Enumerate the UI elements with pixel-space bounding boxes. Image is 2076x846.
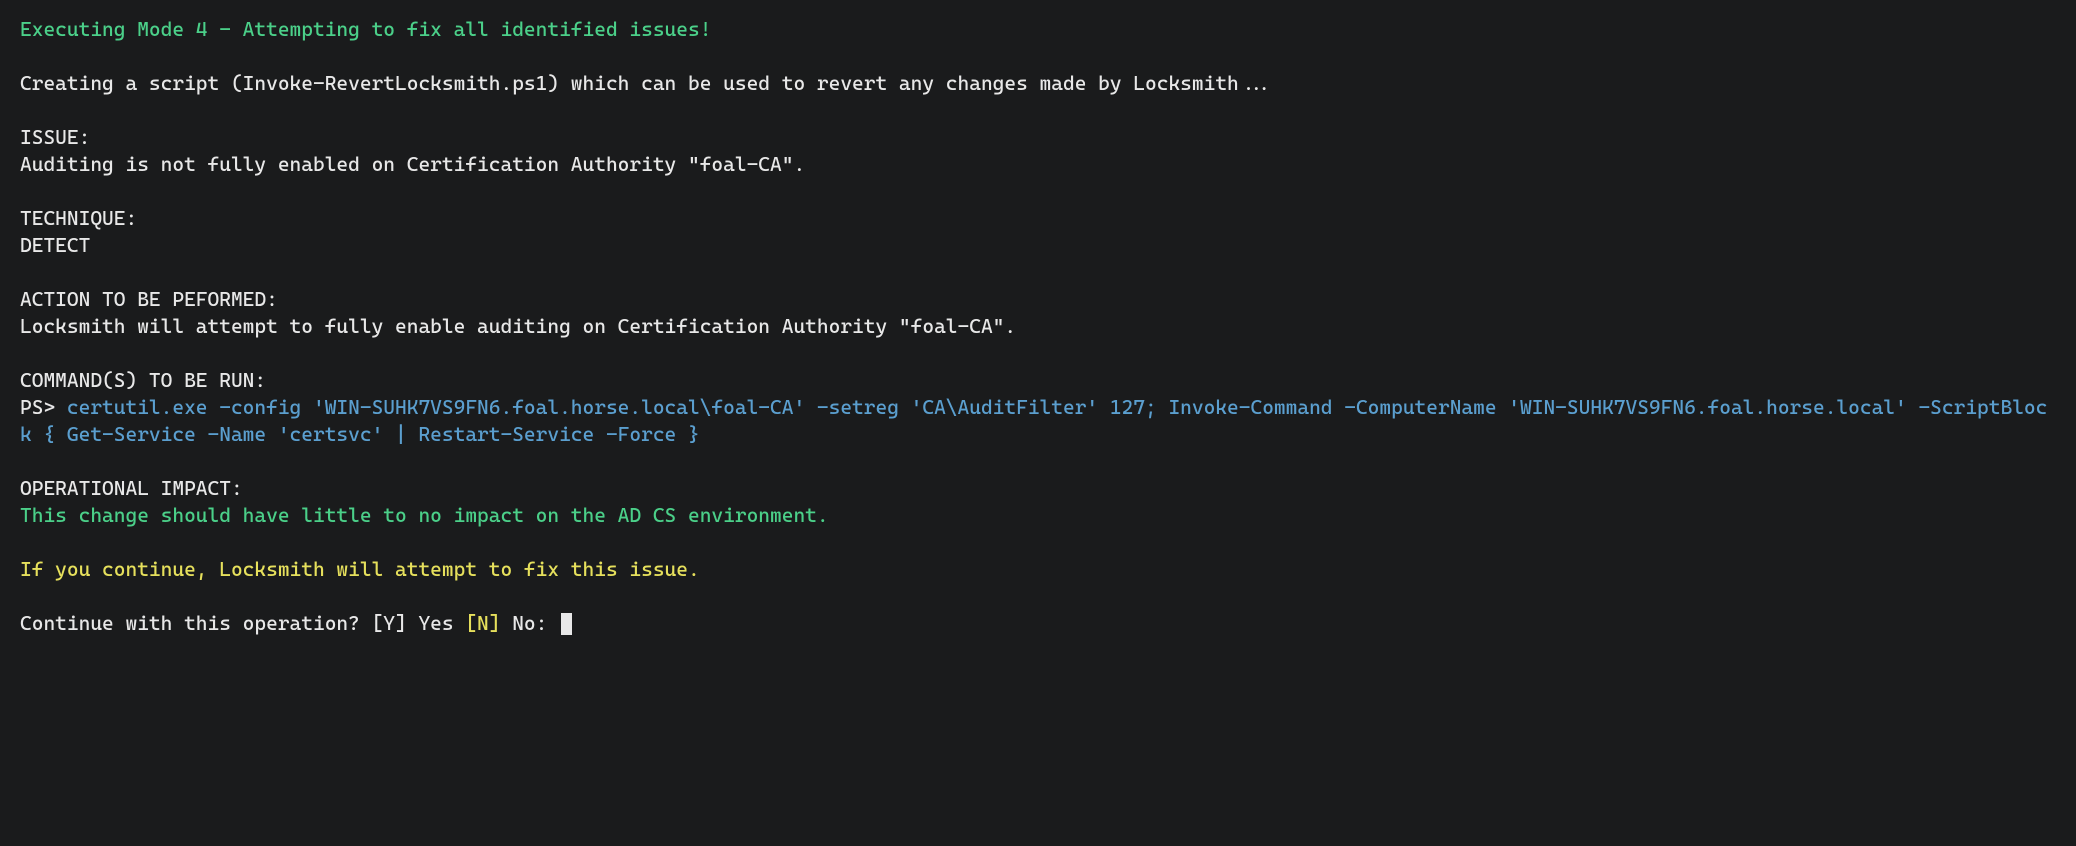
confirm-prompt-text: Continue with this operation? [20, 611, 372, 635]
input-cursor[interactable] [561, 613, 572, 635]
issue-text: Auditing is not fully enabled on Certifi… [20, 152, 805, 176]
terminal-output: Executing Mode 4 - Attempting to fix all… [0, 0, 2076, 637]
impact-label: OPERATIONAL IMPACT: [20, 476, 243, 500]
impact-text: This change should have little to no imp… [20, 503, 829, 527]
action-label: ACTION TO BE PEFORMED: [20, 287, 278, 311]
confirm-prompt[interactable]: Continue with this operation? [Y] Yes [N… [20, 611, 572, 635]
technique-text: DETECT [20, 233, 90, 257]
command-text: certutil.exe -config 'WIN-SUHK7VS9FN6.fo… [20, 395, 2047, 446]
script-line-post: ) which can be used to revert any change… [547, 71, 1274, 95]
action-text: Locksmith will attempt to fully enable a… [20, 314, 1016, 338]
mode-header: Executing Mode 4 - Attempting to fix all… [20, 17, 711, 41]
issue-label: ISSUE: [20, 125, 90, 149]
yes-word: Yes [407, 611, 466, 635]
script-line: Creating a script (Invoke-RevertLocksmit… [20, 71, 1274, 95]
ps-prompt: PS> [20, 395, 67, 419]
yes-bracket-open: [ [372, 611, 384, 635]
no-bracket-open: [ [465, 611, 477, 635]
continue-warning: If you continue, Locksmith will attempt … [20, 557, 700, 581]
commands-label: COMMAND(S) TO BE RUN: [20, 368, 266, 392]
no-bracket-close: ] [489, 611, 501, 635]
script-line-pre: Creating a script ( [20, 71, 243, 95]
technique-label: TECHNIQUE: [20, 206, 137, 230]
no-key: N [477, 611, 489, 635]
revert-script-name: Invoke-RevertLocksmith.ps1 [243, 71, 548, 95]
yes-bracket-close: ] [395, 611, 407, 635]
yes-key: Y [383, 611, 395, 635]
no-word: No: [500, 611, 559, 635]
